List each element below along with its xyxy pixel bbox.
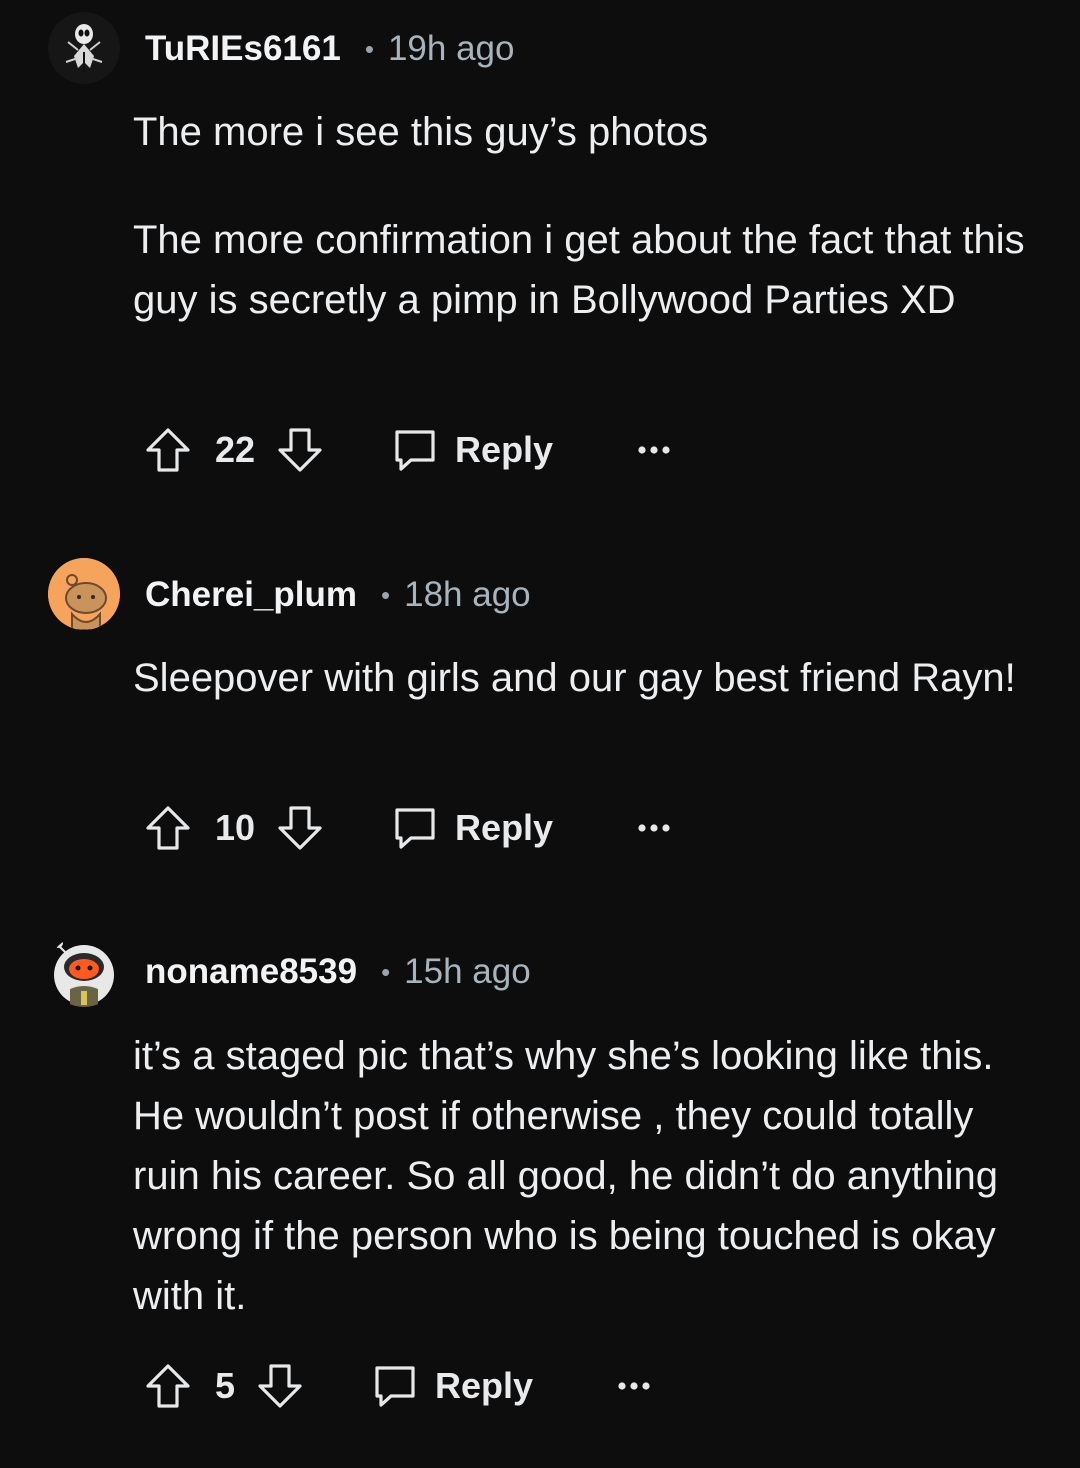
comment-paragraph: Sleepover with girls and our gay best fr… (133, 656, 1016, 700)
comment-meta: TuRIEs6161 • 19h ago (145, 27, 514, 71)
avatar[interactable] (48, 558, 120, 630)
username[interactable]: TuRIEs6161 (145, 29, 341, 69)
comment-body: it’s a staged pic that’s why she’s looki… (133, 1026, 1033, 1326)
snoo-astronaut-avatar-icon (53, 938, 114, 1007)
comment-actions: 10 Reply (143, 802, 671, 854)
reply-button[interactable]: Reply (391, 426, 553, 474)
timestamp: 18h ago (404, 575, 531, 614)
comment-paragraph: The more i see this guy’s photos (133, 110, 709, 154)
downvote-button[interactable] (255, 1361, 305, 1411)
downvote-arrow-icon (278, 428, 322, 472)
vote-count: 5 (215, 1365, 236, 1406)
comment-paragraph: it’s a staged pic that’s why she’s looki… (133, 1034, 999, 1318)
avatar[interactable] (48, 935, 120, 1007)
downvote-button[interactable] (275, 425, 325, 475)
speech-bubble-icon (395, 430, 435, 471)
username[interactable]: noname8539 (145, 952, 357, 992)
avatar[interactable] (48, 12, 120, 84)
downvote-arrow-icon (258, 1364, 302, 1408)
downvote-button[interactable] (275, 803, 325, 853)
separator-dot: • (364, 33, 374, 64)
upvote-arrow-icon (146, 1364, 190, 1408)
comment-actions: 22 Reply (143, 424, 671, 476)
reply-label: Reply (455, 429, 554, 470)
timestamp: 19h ago (387, 29, 515, 68)
upvote-button[interactable] (143, 425, 193, 475)
vote-count: 10 (215, 807, 256, 848)
ellipsis-icon (618, 1382, 650, 1390)
speech-bubble-icon (395, 808, 435, 849)
reply-label: Reply (435, 1365, 534, 1406)
downvote-arrow-icon (278, 806, 322, 850)
vote-count: 22 (215, 429, 256, 470)
speech-bubble-icon (375, 1366, 415, 1407)
ellipsis-icon (638, 824, 670, 832)
reply-button[interactable]: Reply (391, 804, 553, 852)
separator-dot: • (381, 956, 391, 987)
more-options-button[interactable] (637, 444, 671, 456)
upvote-arrow-icon (146, 806, 190, 850)
snoo-bear-avatar-icon (48, 558, 120, 630)
comment-body: The more i see this guy’s photos The mor… (133, 102, 1033, 330)
spider-avatar-icon (48, 12, 120, 84)
upvote-button[interactable] (143, 1361, 193, 1411)
username[interactable]: Cherei_plum (145, 575, 357, 615)
reply-button[interactable]: Reply (371, 1362, 533, 1410)
comment-meta: Cherei_plum • 18h ago (145, 573, 531, 617)
timestamp: 15h ago (404, 952, 531, 991)
upvote-button[interactable] (143, 803, 193, 853)
comment-body: Sleepover with girls and our gay best fr… (133, 648, 1033, 708)
ellipsis-icon (638, 446, 670, 454)
reply-label: Reply (455, 807, 554, 848)
separator-dot: • (381, 579, 391, 610)
more-options-button[interactable] (617, 1380, 651, 1392)
comment-meta: noname8539 • 15h ago (145, 950, 531, 994)
upvote-arrow-icon (146, 428, 190, 472)
more-options-button[interactable] (637, 822, 671, 834)
comment-actions: 5 Reply (143, 1360, 651, 1412)
comment-paragraph: The more confirmation i get about the fa… (133, 218, 1025, 322)
